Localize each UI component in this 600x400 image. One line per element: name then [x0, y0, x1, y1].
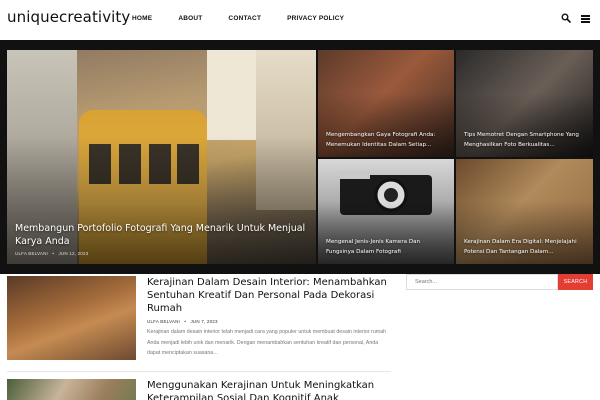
main-nav: HOME ABOUT CONTACT PRIVACY POLICY [124, 15, 370, 22]
post-thumbnail[interactable] [7, 276, 136, 360]
divider [7, 371, 391, 372]
post-date: JUN 12, 2023 [58, 251, 89, 256]
featured-tile[interactable]: Tips Memotret Dengan Smartphone Yang Men… [456, 50, 593, 157]
featured-tile[interactable]: Mengenal Jenis-Jenis Kamera Dan Fungsiny… [318, 159, 454, 264]
featured-tile-title[interactable]: Kerajinan Dalam Era Digital: Menjelajahi… [464, 237, 586, 257]
search-input[interactable] [406, 274, 558, 290]
sidebar-search: SEARCH [406, 274, 593, 290]
list-item: Menggunakan Kerajinan Untuk Meningkatkan… [7, 379, 397, 400]
site-header: uniquecreativity HOME ABOUT CONTACT PRIV… [0, 0, 600, 38]
search-icon[interactable] [561, 13, 571, 23]
post-title[interactable]: Kerajinan Dalam Desain Interior: Menamba… [147, 276, 392, 315]
list-item: Kerajinan Dalam Desain Interior: Menamba… [7, 276, 397, 368]
post-title[interactable]: Menggunakan Kerajinan Untuk Meningkatkan… [147, 379, 392, 400]
nav-about[interactable]: ABOUT [178, 15, 202, 22]
featured-tile[interactable]: Mengembangkan Gaya Fotografi Anda: Menem… [318, 50, 454, 157]
featured-main-title[interactable]: Membangun Portofolio Fotografi Yang Mena… [15, 222, 315, 248]
post-meta: ULFA BELVANI • JUN 7, 2023 [147, 319, 218, 324]
site-logo[interactable]: uniquecreativity [7, 8, 130, 26]
post-thumbnail[interactable] [7, 379, 136, 400]
nav-contact[interactable]: CONTACT [228, 15, 261, 22]
featured-tile-title[interactable]: Mengembangkan Gaya Fotografi Anda: Menem… [326, 130, 448, 150]
post-author[interactable]: ULFA BELVANI [147, 319, 180, 324]
hamburger-menu-icon[interactable] [581, 15, 590, 23]
featured-main-post[interactable]: Membangun Portofolio Fotografi Yang Mena… [7, 50, 316, 264]
featured-tile-title[interactable]: Mengenal Jenis-Jenis Kamera Dan Fungsiny… [326, 237, 448, 257]
post-date: JUN 7, 2023 [190, 319, 218, 324]
featured-posts: Membangun Portofolio Fotografi Yang Mena… [0, 40, 600, 274]
featured-tile-title[interactable]: Tips Memotret Dengan Smartphone Yang Men… [464, 130, 586, 150]
nav-privacy-policy[interactable]: PRIVACY POLICY [287, 15, 344, 22]
post-excerpt: Kerajinan dalam desain interior telah me… [147, 329, 387, 356]
featured-main-meta: ULFA BELVANI • JUN 12, 2023 [15, 251, 89, 256]
nav-home[interactable]: HOME [132, 15, 152, 22]
post-author[interactable]: ULFA BELVANI [15, 251, 48, 256]
featured-tile[interactable]: Kerajinan Dalam Era Digital: Menjelajahi… [456, 159, 593, 264]
search-button[interactable]: SEARCH [558, 274, 593, 290]
